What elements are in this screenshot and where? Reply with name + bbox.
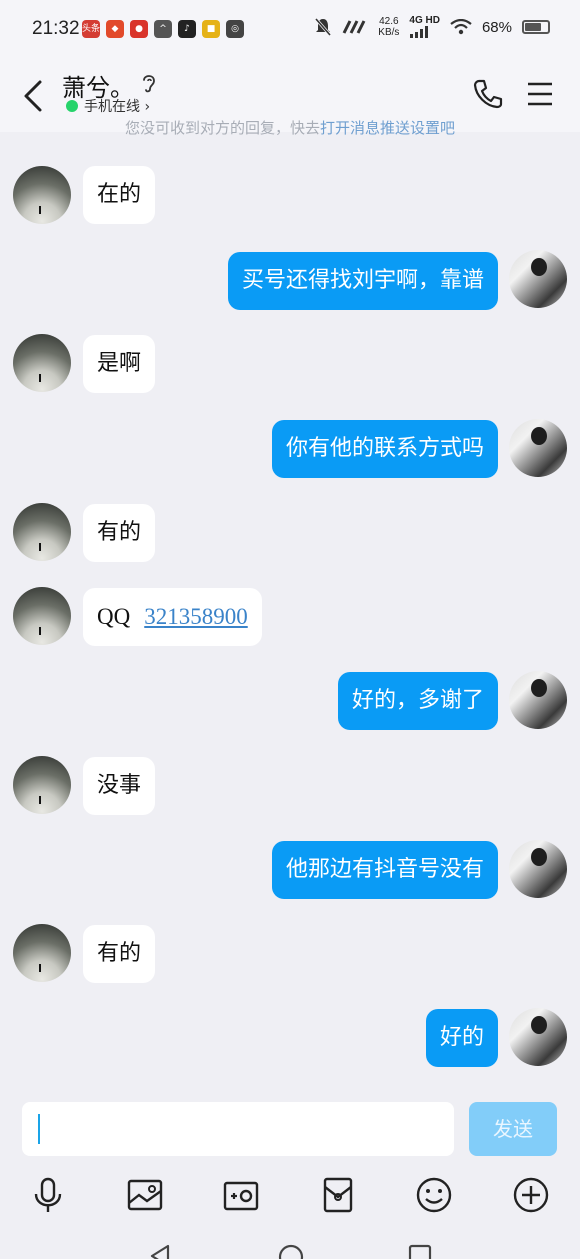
ear-icon[interactable] bbox=[140, 72, 158, 94]
peer-message[interactable]: 在的 bbox=[83, 166, 156, 224]
self-avatar[interactable] bbox=[509, 250, 567, 308]
red-packet-icon[interactable] bbox=[318, 1175, 358, 1215]
network-type: 4G HD bbox=[409, 15, 440, 26]
chat-toolbar bbox=[0, 1167, 580, 1227]
self-message[interactable]: 好的 bbox=[425, 1009, 498, 1067]
self-avatar[interactable] bbox=[509, 419, 567, 477]
cat-icon: ^ bbox=[154, 20, 172, 38]
message-input[interactable] bbox=[22, 1102, 454, 1156]
text-cursor bbox=[38, 1114, 40, 1144]
peer-avatar[interactable] bbox=[13, 587, 71, 645]
network-speed: 42.6 KB/s bbox=[378, 16, 400, 38]
camera-icon[interactable] bbox=[221, 1175, 261, 1215]
toutiao-icon: 头条 bbox=[82, 20, 100, 38]
peer-avatar[interactable] bbox=[13, 924, 71, 982]
online-status[interactable]: 手机在线 › bbox=[66, 96, 150, 116]
nav-home-icon[interactable] bbox=[278, 1244, 304, 1259]
online-status-text: 手机在线 › bbox=[84, 99, 151, 115]
battery-icon bbox=[522, 20, 550, 34]
self-avatar[interactable] bbox=[509, 1008, 567, 1066]
peer-message[interactable]: 有的 bbox=[83, 925, 156, 983]
peer-avatar[interactable] bbox=[13, 503, 71, 561]
peer-message[interactable]: 有的 bbox=[83, 504, 156, 562]
mute-bell-icon bbox=[315, 18, 332, 36]
phone-icon[interactable] bbox=[472, 78, 504, 110]
self-avatar[interactable] bbox=[509, 840, 567, 898]
self-message[interactable]: 你有他的联系方式吗 bbox=[271, 420, 498, 478]
emoji-icon[interactable] bbox=[414, 1175, 454, 1215]
notification-icons: 头条 ◆ ● ^ ♪ ■ ◎ bbox=[82, 20, 244, 38]
system-nav-bar bbox=[0, 1230, 580, 1259]
input-bar: 发送 bbox=[0, 1092, 580, 1167]
app-yellow-icon: ■ bbox=[202, 20, 220, 38]
tiktok-icon: ♪ bbox=[178, 20, 196, 38]
peer-avatar[interactable] bbox=[13, 334, 71, 392]
peer-message[interactable]: 没事 bbox=[83, 757, 156, 815]
peer-message[interactable]: 是啊 bbox=[83, 335, 156, 393]
qq-number-link[interactable]: 321358900 bbox=[144, 604, 248, 629]
self-avatar[interactable] bbox=[509, 671, 567, 729]
nav-back-icon[interactable] bbox=[148, 1244, 172, 1259]
image-icon[interactable] bbox=[125, 1175, 165, 1215]
signal-icon bbox=[410, 26, 429, 38]
notice-link[interactable]: 打开消息推送设置吧 bbox=[320, 118, 455, 138]
status-right: 42.6 KB/s 4G HD 68% bbox=[314, 16, 550, 38]
back-arrow-icon[interactable] bbox=[20, 78, 46, 114]
battery-percent: 68% bbox=[481, 18, 512, 36]
app-gray-icon: ◎ bbox=[226, 20, 244, 38]
menu-icon[interactable] bbox=[526, 80, 554, 108]
online-dot-icon bbox=[66, 100, 78, 112]
notice-text: 您没可收到对方的回复，快去 bbox=[124, 119, 320, 137]
self-message[interactable]: 买号还得找刘宇啊，靠谱 bbox=[227, 252, 498, 310]
status-bar: 21:32 头条 ◆ ● ^ ♪ ■ ◎ 42.6 KB/s 4G HD 68% bbox=[0, 0, 580, 60]
send-button[interactable]: 发送 bbox=[469, 1102, 557, 1156]
plus-icon[interactable] bbox=[511, 1175, 551, 1215]
app-red-icon: ◆ bbox=[106, 20, 124, 38]
peer-avatar[interactable] bbox=[13, 756, 71, 814]
app-game-icon: ● bbox=[130, 20, 148, 38]
peer-message-qq[interactable]: QQ 321358900 bbox=[83, 588, 262, 646]
microphone-icon[interactable] bbox=[28, 1175, 68, 1215]
self-message[interactable]: 他那边有抖音号没有 bbox=[271, 841, 498, 899]
status-time: 21:32 bbox=[32, 18, 80, 39]
nav-recents-icon[interactable] bbox=[408, 1244, 432, 1259]
push-notice: 您没可收到对方的回复，快去打开消息推送设置吧 bbox=[0, 118, 580, 140]
signal-block: 4G HD bbox=[409, 16, 440, 38]
self-message[interactable]: 好的，多谢了 bbox=[337, 672, 498, 730]
qq-label: QQ bbox=[97, 604, 131, 629]
nfc-icon bbox=[342, 20, 366, 34]
wifi-icon bbox=[450, 19, 472, 35]
peer-avatar[interactable] bbox=[13, 166, 71, 224]
